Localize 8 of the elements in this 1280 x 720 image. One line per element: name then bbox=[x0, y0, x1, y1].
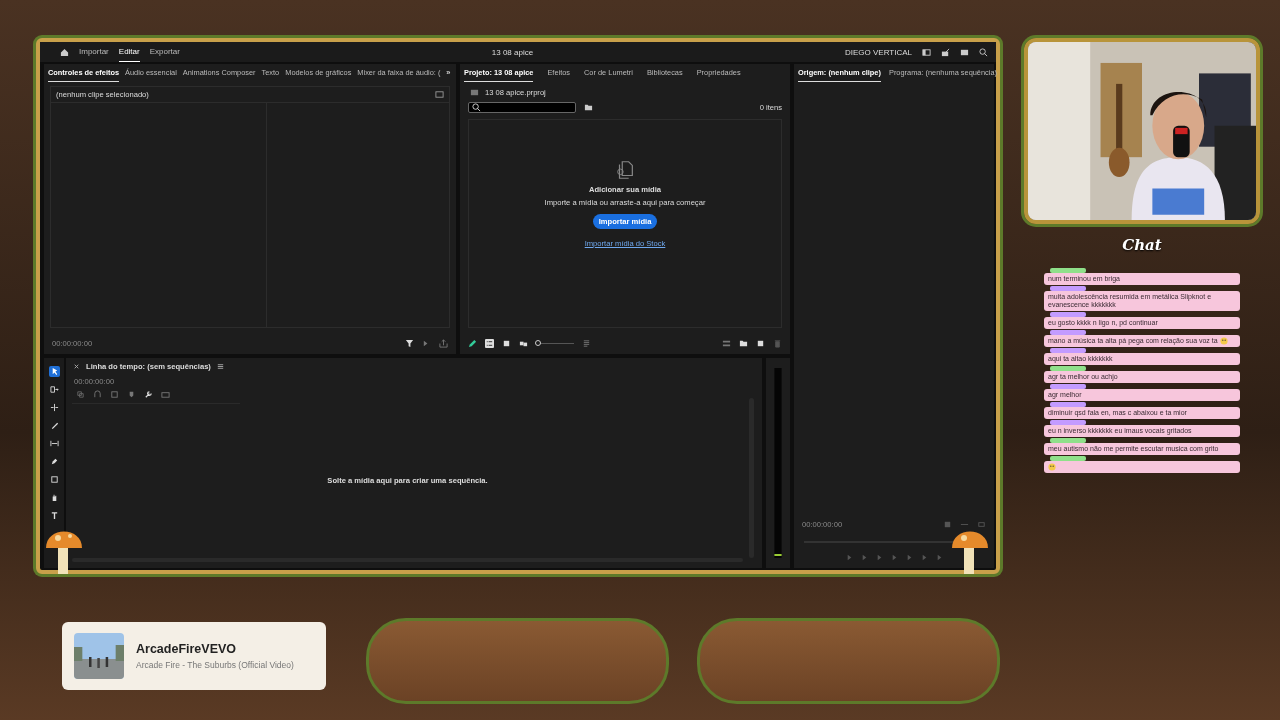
song-title: Arcade Fire - The Suburbs (Official Video) bbox=[136, 660, 294, 670]
workspace-name[interactable]: DIEGO VERTICAL bbox=[845, 47, 912, 57]
workspace-tab[interactable]: Editar bbox=[118, 42, 140, 62]
chat-title: Chat bbox=[1122, 236, 1162, 254]
project-title: 13 08 apice bbox=[490, 47, 535, 57]
workspace-tab[interactable]: Exportar bbox=[149, 42, 180, 62]
workspace-tab[interactable]: Importar bbox=[79, 42, 109, 62]
channel-name: ArcadeFireVEVO bbox=[136, 642, 238, 656]
